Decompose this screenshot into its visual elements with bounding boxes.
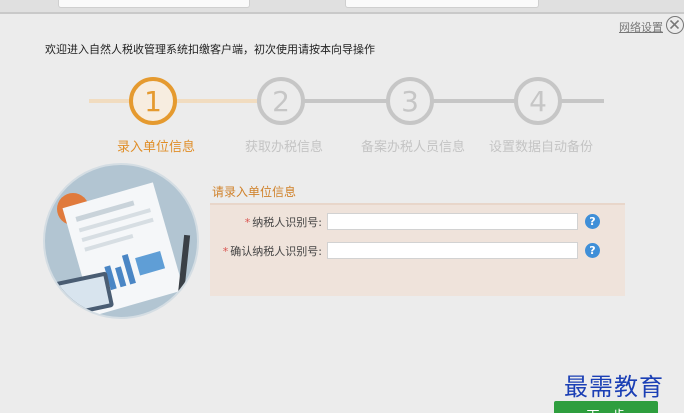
top-tab-right [345,0,539,8]
window-top-bar [0,0,684,14]
taxpayer-id-input[interactable] [327,213,578,230]
close-button[interactable] [666,16,684,34]
step-2-circle: 2 [257,77,305,125]
close-icon [670,20,679,29]
network-settings-link[interactable]: 网络设置 [619,19,663,35]
welcome-text: 欢迎进入自然人税收管理系统扣缴客户端，初次使用请按本向导操作 [45,43,375,56]
step-3-circle: 3 [386,77,434,125]
step-1-circle: 1 [129,77,177,125]
required-mark: * [222,245,229,258]
required-mark: * [244,216,251,229]
watermark-logo: 最需教育 [564,373,664,401]
taxpayer-id-label: * 纳税人识别号: [245,214,322,230]
step-4-circle: 4 [514,77,562,125]
document-illustration [43,163,199,319]
taxpayer-id-help-icon[interactable]: ? [585,214,600,229]
confirm-taxpayer-id-label: * 确认纳税人识别号: [223,243,322,259]
confirm-taxpayer-id-input[interactable] [327,242,578,259]
step-1-label: 录入单位信息 [116,140,196,155]
step-3-label: 备案办税人员信息 [360,140,466,155]
top-tab-left [58,0,250,8]
confirm-taxpayer-id-help-icon[interactable]: ? [585,243,600,258]
form-title: 请录入单位信息 [212,185,297,199]
step-2-label: 获取办税信息 [244,140,324,155]
next-step-button[interactable]: 下一步 [554,401,658,413]
taxpayer-id-label-text: 纳税人识别号: [252,216,322,229]
step-4-label: 设置数据自动备份 [488,140,594,155]
confirm-taxpayer-id-label-text: 确认纳税人识别号: [230,245,322,258]
